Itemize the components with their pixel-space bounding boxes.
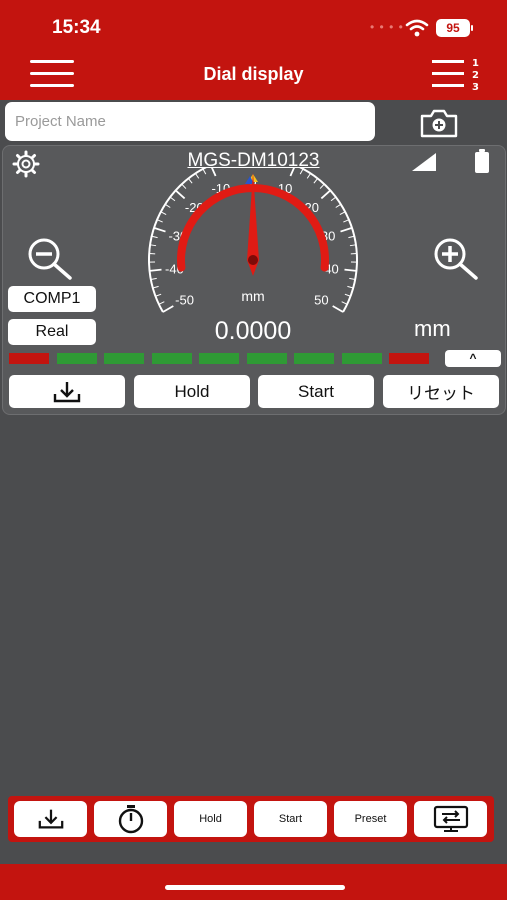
svg-text:2: 2 [472,70,479,81]
download-icon [53,381,81,402]
dial-tick [313,178,318,184]
collapse-button[interactable]: ^ [445,350,501,367]
numbered-list-icon[interactable]: 1 2 3 [432,56,482,92]
dial-tick [149,268,162,272]
dial-unit-label: mm [241,288,264,304]
cellular-dots-icon: • • • • [370,20,404,34]
download-button[interactable] [9,375,125,408]
dial-tick [164,203,171,208]
dial-tick [150,244,157,247]
footer-bar [0,864,507,900]
dial-tick [150,277,157,280]
svg-text:3: 3 [472,82,479,92]
zoom-out-icon[interactable] [24,235,76,283]
bottom-hold-button[interactable]: Hold [174,801,247,837]
bottom-download-button[interactable] [14,801,87,837]
dial-tick [289,168,295,177]
monitor-swap-icon [433,805,468,832]
dial-tick [195,173,200,179]
tolerance-segment [104,353,144,364]
dial-tick [330,196,337,202]
download-icon [38,809,63,829]
dial-tick [344,293,351,297]
dial-tick [211,168,217,177]
dial-tick [319,183,325,189]
bottom-start-button[interactable]: Start [254,801,327,837]
needle-hub [248,255,258,265]
battery-indicator: 95 [436,19,473,37]
dial-tick [169,196,176,202]
project-name-input[interactable] [5,102,375,141]
dial-tick [151,235,158,239]
dial-tick-label: -50 [175,293,194,308]
wifi-icon [405,19,429,37]
dial-tick [343,219,350,223]
tolerance-segment [199,353,239,364]
dial-tick [349,244,356,247]
dial-tick [341,301,348,305]
dial-tick [335,203,342,208]
dial-tick [320,189,331,200]
dial-tick [162,305,174,313]
stopwatch-icon [118,805,143,834]
dial-tick [155,293,162,297]
dial-tick [348,235,355,239]
comp-label[interactable]: COMP1 [8,286,96,312]
hamburger-icon [30,60,74,63]
dial-tick [349,277,356,280]
bottom-preset-button[interactable]: Preset [334,801,407,837]
dial-tick [339,211,346,216]
home-indicator[interactable] [165,885,345,890]
dial-tick [175,189,186,200]
zoom-in-icon[interactable] [430,235,482,283]
top-bar [0,0,507,100]
start-button[interactable]: Start [258,375,374,408]
tolerance-segment [151,353,192,364]
status-time: 15:34 [52,17,101,38]
dial-tick [344,268,357,272]
dial-tick-label: 50 [314,293,328,308]
device-battery-icon [475,149,489,173]
tolerance-segment [246,353,287,364]
tolerance-segment [9,353,49,364]
dial-tick [181,183,187,189]
dial-tick [202,168,207,175]
tolerance-segment [294,353,334,364]
page-title: Dial display [203,64,304,84]
dial-gauge: -50-40-30-20-1001020304050 mm 0.0000 [148,168,358,345]
tolerance-segment [389,353,429,364]
camera-icon[interactable] [418,107,460,139]
dial-tick [153,227,166,233]
dial-tick [347,285,354,289]
bottom-timer-button[interactable] [94,801,167,837]
dial-tick [306,173,311,179]
measurement-value: 0.0000 [215,317,291,345]
reset-button[interactable]: リセット [383,375,499,408]
dial-tick [156,219,163,223]
dial-tick [188,178,193,184]
dial-tick [152,285,159,289]
dial-tick [332,305,344,313]
tolerance-segment [56,353,97,364]
mode-label[interactable]: Real [8,319,96,345]
tolerance-segment [341,353,382,364]
signal-strength-icon [412,153,436,171]
dial-tick [158,301,165,305]
hold-button[interactable]: Hold [134,375,250,408]
bottom-display-button[interactable] [414,801,487,837]
dial-tick [340,227,353,233]
svg-text:1: 1 [472,58,479,69]
unit-label: mm [414,316,451,341]
dial-tick [160,211,167,216]
dial-tick [299,168,304,175]
